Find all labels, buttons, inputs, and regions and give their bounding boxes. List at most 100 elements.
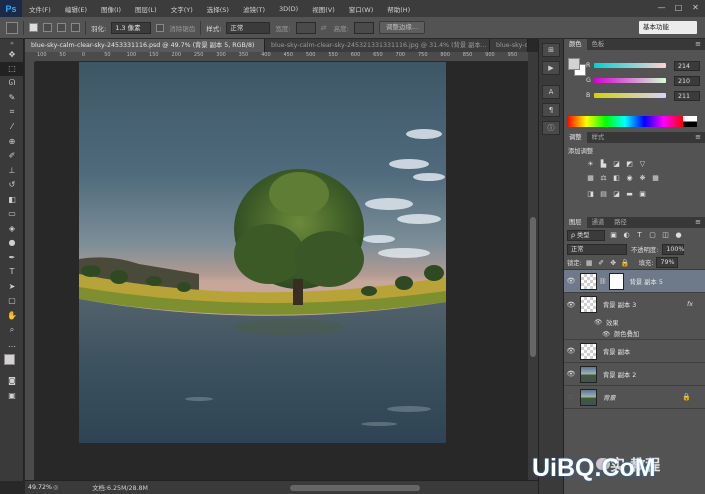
history-panel-icon[interactable]: ⊞ (542, 43, 560, 57)
layer-thumbnail[interactable] (580, 272, 597, 290)
menu-select[interactable]: 选择(S) (200, 4, 236, 14)
history-brush-tool-icon[interactable]: ↺ (0, 178, 24, 193)
document-image[interactable] (79, 62, 446, 443)
blend-mode-select[interactable]: 正常 (567, 243, 627, 255)
mask-link-icon[interactable]: ⛓ (599, 278, 607, 285)
color-balance-icon[interactable]: ⚖ (599, 173, 608, 182)
vertical-scrollbar[interactable] (528, 52, 538, 480)
red-slider[interactable] (594, 63, 666, 68)
quick-mask-icon[interactable]: ◙ (0, 374, 24, 389)
vertical-scrollbar-thumb[interactable] (530, 217, 536, 357)
visibility-eye-icon[interactable]: 👁 (564, 347, 578, 355)
type-tool-icon[interactable]: T (0, 265, 24, 280)
hue-saturation-icon[interactable]: ▦ (586, 173, 595, 182)
effects-eye-icon[interactable]: 👁 (594, 318, 602, 326)
crop-tool-icon[interactable]: ⌗ (0, 105, 24, 120)
marquee-tool-preset-icon[interactable] (6, 21, 18, 34)
document-tab[interactable]: blue-sky-calm-clear-sky-245321331331116.… (265, 39, 490, 52)
paragraph-panel-icon[interactable]: ¶ (542, 103, 560, 117)
layer-row[interactable]: 👁 ⛓ 背景 副本 5 (564, 270, 705, 293)
layer-name[interactable]: 背景 副本 (603, 347, 630, 356)
adjustment-filter-icon[interactable]: ◐ (622, 231, 631, 240)
foreground-color-swatch[interactable] (568, 58, 580, 70)
pen-tool-icon[interactable]: ✒ (0, 250, 24, 265)
character-panel-icon[interactable]: A (542, 85, 560, 99)
tab-adjustments[interactable]: 调整 (564, 132, 587, 143)
quick-select-tool-icon[interactable]: ✎ (0, 91, 24, 106)
green-slider[interactable] (594, 78, 666, 83)
posterize-icon[interactable]: ▤ (599, 189, 608, 198)
red-value-input[interactable]: 214 (674, 60, 700, 71)
workspace-select[interactable]: 基本功能 (639, 21, 697, 34)
swap-icon[interactable]: ⇄ (321, 24, 329, 32)
menu-3d[interactable]: 3D(D) (272, 5, 305, 13)
dodge-tool-icon[interactable]: ● (0, 236, 24, 251)
layer-thumbnail[interactable] (580, 342, 597, 360)
selective-color-icon[interactable]: ▣ (638, 189, 647, 198)
layer-effects-badge[interactable]: fx (687, 301, 693, 308)
document-tab[interactable]: blue-sky-calm-clear-sky-2453331116.psd @… (25, 39, 265, 52)
smart-object-filter-icon[interactable]: ◫ (661, 231, 670, 240)
gradient-map-icon[interactable]: ▬ (625, 189, 634, 198)
effects-group-row[interactable]: 👁 效果 (564, 316, 705, 328)
lock-all-icon[interactable]: 🔒 (621, 258, 630, 267)
menu-file[interactable]: 文件(F) (22, 4, 58, 14)
intersect-selection-icon[interactable] (71, 23, 80, 32)
color-spectrum-bar[interactable] (567, 116, 683, 127)
new-selection-icon[interactable] (29, 23, 38, 32)
tab-color[interactable]: 颜色 (564, 39, 587, 50)
panel-menu-icon[interactable]: ≡ (695, 40, 701, 48)
brush-tool-icon[interactable]: ✐ (0, 149, 24, 164)
tab-swatches[interactable]: 色板 (587, 39, 610, 50)
canvas-area[interactable] (35, 62, 528, 480)
panel-menu-icon[interactable]: ≡ (695, 133, 701, 141)
exposure-icon[interactable]: ◩ (625, 159, 634, 168)
lock-transparent-icon[interactable]: ▦ (585, 258, 594, 267)
fill-input[interactable]: 79% (656, 257, 679, 268)
filter-toggle-icon[interactable]: ● (674, 231, 683, 240)
hand-tool-icon[interactable]: ✋ (0, 308, 24, 323)
color-swatches[interactable] (0, 352, 24, 374)
color-lookup-icon[interactable]: ▦ (651, 173, 660, 182)
tab-channels[interactable]: 通道 (587, 217, 610, 228)
minimize-button[interactable]: — (656, 2, 667, 13)
visibility-eye-icon[interactable]: 👁 (564, 370, 578, 378)
shape-filter-icon[interactable]: ▢ (648, 231, 657, 240)
threshold-icon[interactable]: ◪ (612, 189, 621, 198)
zoom-tool-icon[interactable]: ⌕ (0, 323, 24, 338)
toolbox-collapse-icon[interactable]: » (0, 39, 24, 47)
panel-menu-icon[interactable]: ≡ (695, 218, 701, 226)
invert-icon[interactable]: ◨ (586, 189, 595, 198)
menu-help[interactable]: 帮助(H) (380, 4, 417, 14)
clone-stamp-tool-icon[interactable]: ⊥ (0, 163, 24, 178)
visibility-eye-icon[interactable]: 👁 (564, 277, 578, 285)
curves-icon[interactable]: ◪ (612, 159, 621, 168)
lock-pixels-icon[interactable]: ✐ (597, 258, 606, 267)
menu-type[interactable]: 文字(Y) (164, 4, 200, 14)
menu-window[interactable]: 窗口(W) (342, 4, 381, 14)
layer-row[interactable]: 👁 背景 副本 3 fx (564, 293, 705, 316)
actions-panel-icon[interactable]: ▶ (542, 61, 560, 75)
info-panel-icon[interactable]: ⓘ (542, 121, 560, 135)
layer-thumbnail[interactable] (580, 388, 597, 406)
eyedropper-tool-icon[interactable]: ⁄ (0, 120, 24, 135)
refine-edge-button[interactable]: 调整边缘... (378, 21, 426, 34)
layer-name[interactable]: 背景 (603, 393, 616, 402)
layer-name[interactable]: 背景 副本 3 (603, 300, 636, 309)
blue-value-input[interactable]: 211 (674, 90, 700, 101)
pixel-filter-icon[interactable]: ▣ (609, 231, 618, 240)
green-value-input[interactable]: 210 (674, 75, 700, 86)
style-select[interactable]: 正常 (226, 21, 271, 34)
lock-position-icon[interactable]: ✥ (609, 258, 618, 267)
layer-mask-thumbnail[interactable] (608, 272, 624, 290)
layer-filter-select[interactable]: ρ 类型 (567, 229, 605, 241)
layer-thumbnail[interactable] (580, 365, 597, 383)
brightness-icon[interactable]: ☀ (586, 159, 595, 168)
visibility-eye-off-icon[interactable]: ▫ (564, 393, 578, 401)
path-select-tool-icon[interactable]: ➤ (0, 279, 24, 294)
photo-filter-icon[interactable]: ◉ (625, 173, 634, 182)
color-panel-swatches[interactable] (568, 58, 586, 76)
shape-tool-icon[interactable]: ▢ (0, 294, 24, 309)
healing-brush-tool-icon[interactable]: ⊕ (0, 134, 24, 149)
subtract-selection-icon[interactable] (57, 23, 66, 32)
